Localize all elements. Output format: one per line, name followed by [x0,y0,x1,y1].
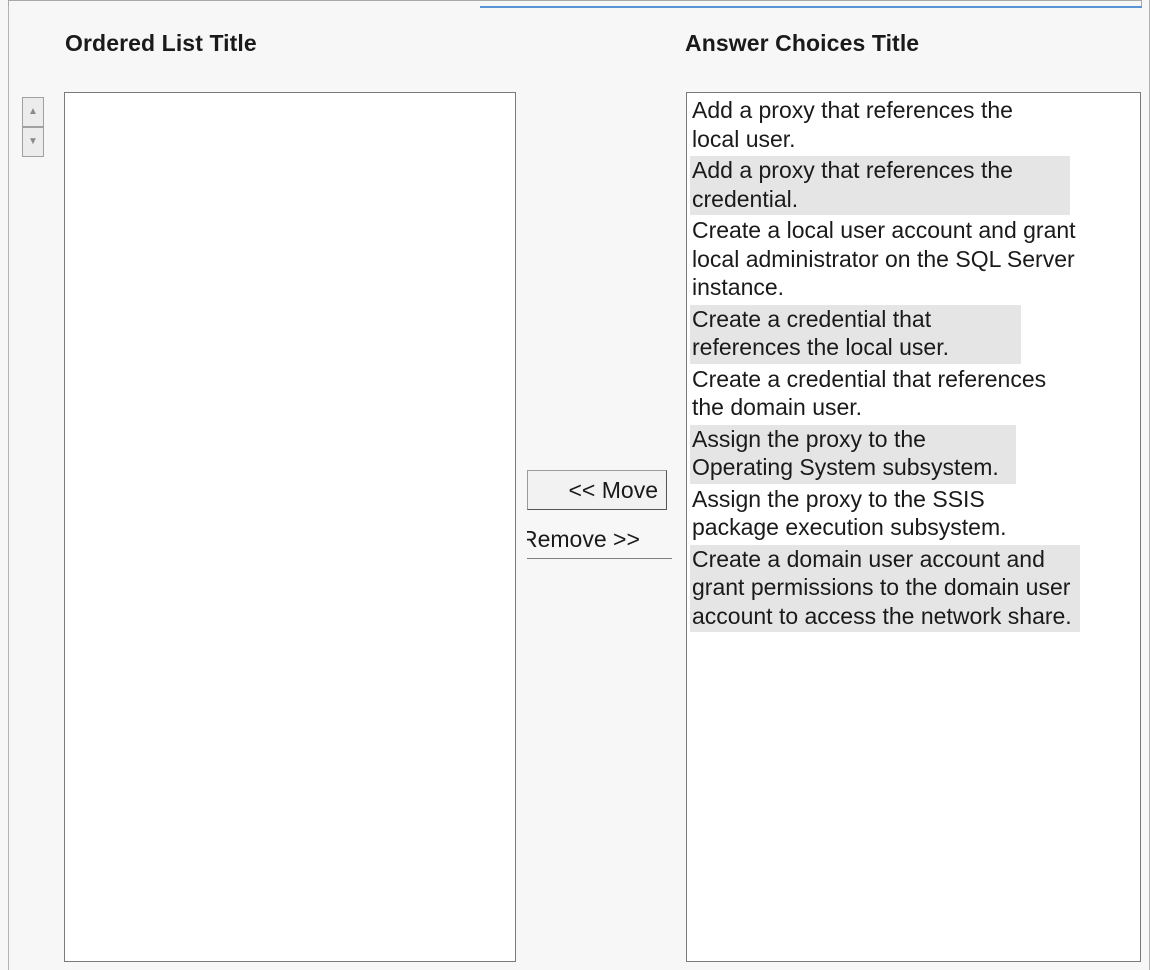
answer-choices-title: Answer Choices Title [685,30,920,56]
answer-choice[interactable]: Create a domain user account and grant p… [690,544,1080,632]
answer-choices-box[interactable]: Add a proxy that references the local us… [686,92,1141,962]
ordered-list-title: Ordered List Title [65,30,257,56]
answer-choice[interactable]: Create a credential that references the … [690,365,1074,424]
move-down-button[interactable]: ▼ [22,127,44,157]
answer-choice[interactable]: Assign the proxy to the Operating System… [690,424,1016,484]
top-accent-line [480,6,1142,8]
left-frame [8,6,9,970]
answer-choice[interactable]: Create a credential that references the … [690,304,1021,364]
answer-choice[interactable]: Assign the proxy to the SSIS package exe… [690,485,1048,544]
down-arrow-icon: ▼ [28,136,38,147]
answer-choice[interactable]: Create a local user account and grant lo… [690,216,1092,304]
answer-choice[interactable]: Add a proxy that references the credenti… [690,156,1070,215]
up-arrow-icon: ▲ [28,106,38,117]
ordered-list-box[interactable] [64,92,516,962]
answer-choice[interactable]: Add a proxy that references the local us… [690,96,1070,155]
move-button[interactable]: << Move [527,470,667,510]
remove-button-label: Remove >> [527,526,640,552]
remove-button[interactable]: Remove >> [527,522,672,559]
move-up-button[interactable]: ▲ [22,97,44,127]
